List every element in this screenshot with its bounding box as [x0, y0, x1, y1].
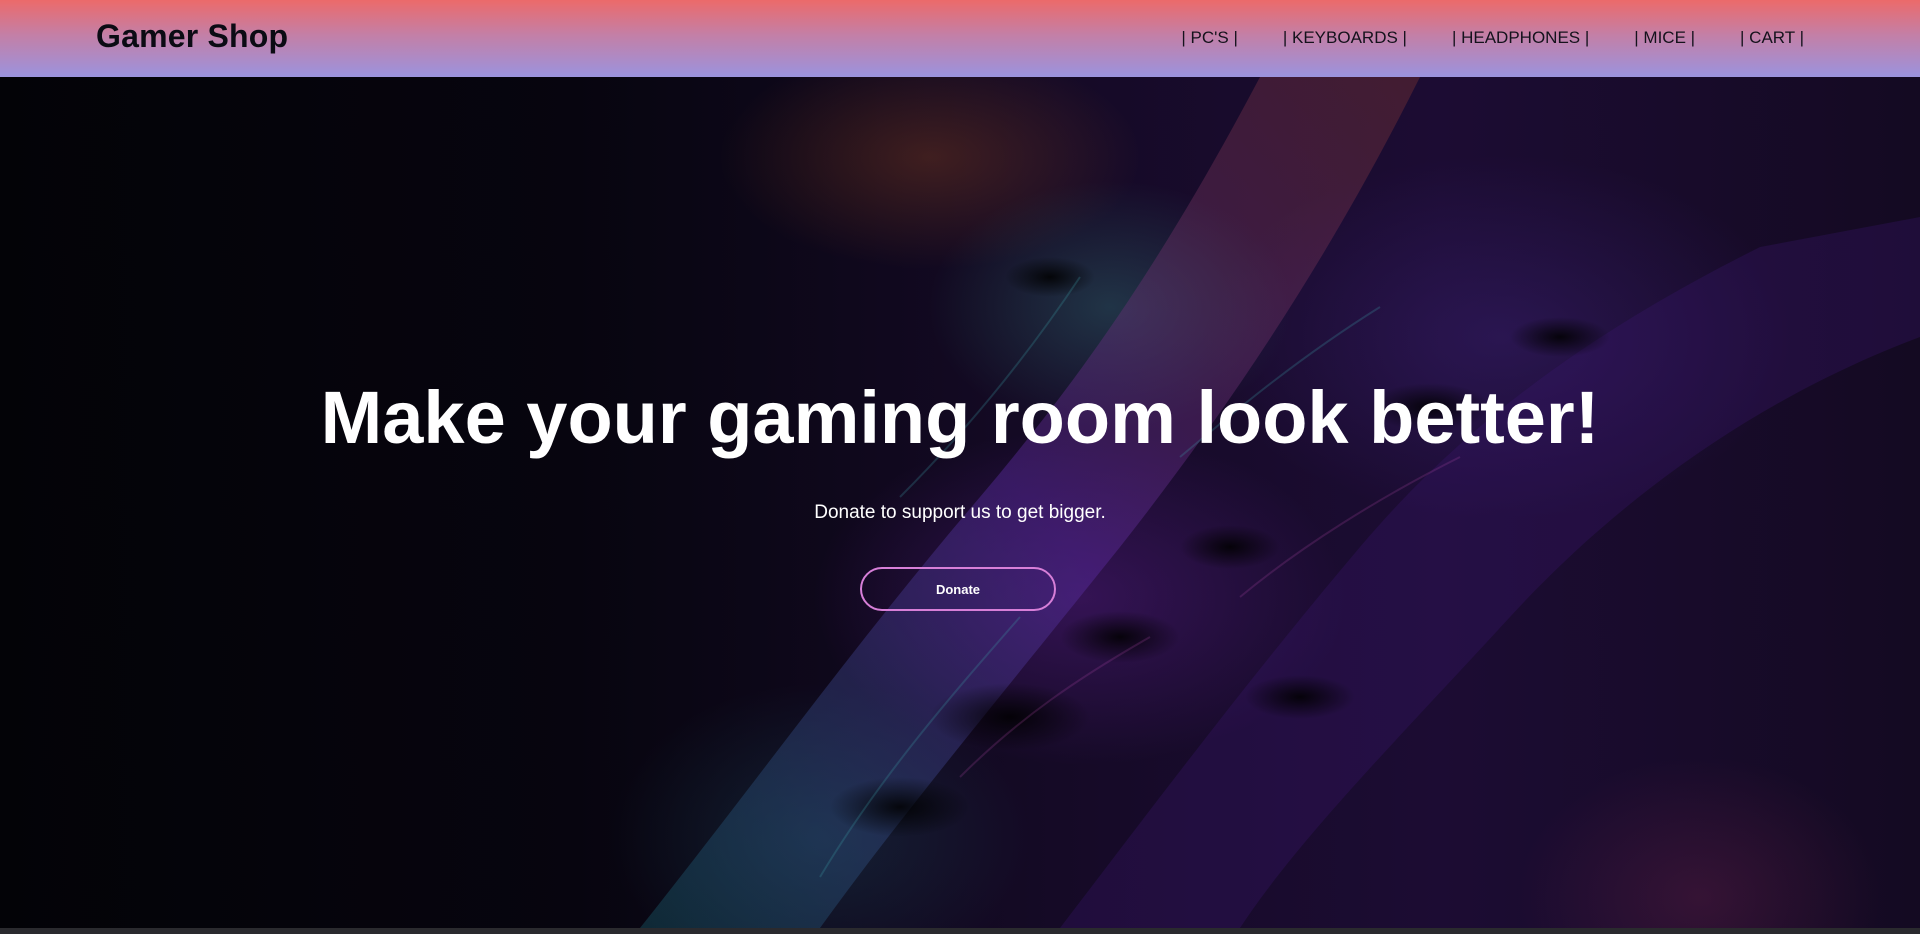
hero-section: Make your gaming room look better! Donat…: [0, 77, 1920, 928]
nav-link-pcs[interactable]: | PC'S |: [1181, 28, 1237, 48]
hero-subtitle: Donate to support us to get bigger.: [814, 502, 1106, 523]
nav-link-headphones[interactable]: | HEADPHONES |: [1452, 28, 1589, 48]
site-header: Gamer Shop | PC'S | | KEYBOARDS | | HEAD…: [0, 0, 1920, 77]
bottom-edge-bar: [0, 928, 1920, 934]
donate-button[interactable]: Donate: [860, 567, 1056, 611]
site-logo[interactable]: Gamer Shop: [96, 18, 288, 55]
nav-link-keyboards[interactable]: | KEYBOARDS |: [1283, 28, 1407, 48]
hero-title: Make your gaming room look better!: [320, 376, 1600, 459]
main-nav: | PC'S | | KEYBOARDS | | HEADPHONES | | …: [1181, 28, 1804, 48]
nav-link-cart[interactable]: | CART |: [1740, 28, 1804, 48]
nav-link-mice[interactable]: | MICE |: [1634, 28, 1695, 48]
